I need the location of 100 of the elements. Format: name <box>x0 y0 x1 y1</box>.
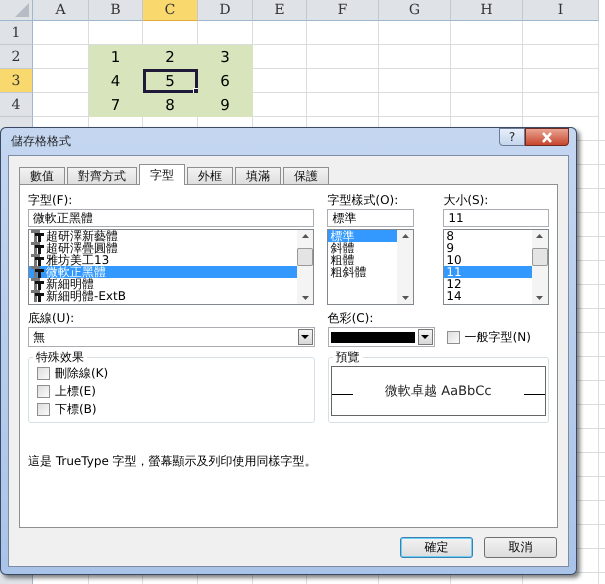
table-cell: 8 <box>143 93 198 117</box>
corner-triangle-icon <box>15 3 29 17</box>
truetype-icon <box>31 230 44 242</box>
tab[interactable]: 數值 <box>19 167 65 185</box>
field-label: 字型(F): <box>28 193 74 207</box>
column-header[interactable]: I <box>523 0 599 21</box>
column-header[interactable]: D <box>198 0 253 21</box>
truetype-icon <box>31 278 44 290</box>
table-cell <box>33 21 89 45</box>
truetype-icon <box>31 266 44 278</box>
dialog-button[interactable]: 取消 <box>484 537 557 558</box>
row-header[interactable]: 4 <box>0 93 33 117</box>
field-label: 底線(U): <box>28 311 76 325</box>
table-cell <box>253 21 307 45</box>
scroll-thumb[interactable] <box>532 248 548 266</box>
caret-icon <box>301 335 310 339</box>
tab[interactable]: 對齊方式 <box>67 167 137 185</box>
scroll-up-icon <box>302 234 309 238</box>
scroll-down-icon <box>536 296 544 300</box>
help-button[interactable]: ? <box>499 128 525 146</box>
row-header[interactable]: 3 <box>0 69 33 93</box>
caret-icon <box>421 335 430 339</box>
table-cell: 7 <box>89 93 143 117</box>
dialog-button[interactable]: 確定 <box>400 537 473 558</box>
checkbox-label: 上標(E) <box>55 382 96 400</box>
scrollbar[interactable] <box>397 230 414 304</box>
column-header[interactable]: E <box>253 0 307 21</box>
scroll-up-icon <box>536 234 544 238</box>
table-cell <box>307 21 379 45</box>
checkbox-label: 下標(B) <box>55 400 97 418</box>
row-header[interactable]: 1 <box>0 21 33 45</box>
checkbox[interactable] <box>37 402 50 416</box>
input-field[interactable]: 11 <box>443 209 549 227</box>
column-header[interactable]: A <box>33 0 89 21</box>
scrollbar[interactable] <box>297 230 314 304</box>
table-cell: 5 <box>143 69 198 93</box>
table-cell <box>451 45 523 69</box>
list-item[interactable]: 粗斜體 <box>328 266 398 278</box>
font-description: 這是 TrueType 字型，螢幕顯示及列印使用同樣字型。 <box>28 453 318 470</box>
column-header[interactable]: C <box>143 0 198 21</box>
table-cell <box>307 45 379 69</box>
table-cell <box>451 69 523 93</box>
scroll-down-icon <box>402 296 409 300</box>
close-button[interactable] <box>525 128 569 146</box>
list-item[interactable]: 新細明體 <box>29 278 298 290</box>
preview-sample: 微軟卓越 AaBbCc <box>385 383 492 400</box>
truetype-icon <box>31 242 44 254</box>
table-cell <box>451 21 523 45</box>
input-field[interactable]: 標準 <box>327 209 414 227</box>
list-item[interactable]: 14 <box>444 290 532 302</box>
scroll-thumb[interactable] <box>297 248 314 266</box>
field-label: 色彩(C): <box>328 311 374 325</box>
checkbox[interactable] <box>37 384 50 398</box>
table-cell: 1 <box>89 45 143 69</box>
color-dropdown[interactable] <box>328 327 435 347</box>
truetype-icon <box>31 290 44 302</box>
table-cell <box>379 69 451 93</box>
checkbox-label: 一般字型(N) <box>464 328 531 346</box>
column-header[interactable]: B <box>89 0 143 21</box>
table-cell: 9 <box>198 93 253 117</box>
column-header[interactable]: G <box>379 0 451 21</box>
table-cell <box>379 45 451 69</box>
underline-dropdown[interactable]: 無 <box>28 327 315 347</box>
field-label: 字型樣式(O): <box>327 193 400 207</box>
scrollbar[interactable] <box>532 230 548 304</box>
list-item[interactable]: 10 <box>444 254 532 266</box>
list-item[interactable]: 超研澤新藝體 <box>29 230 298 242</box>
tab[interactable]: 填滿 <box>235 167 281 185</box>
truetype-icon <box>31 254 44 266</box>
table-cell <box>307 93 379 117</box>
list-item[interactable]: 新細明體-ExtB <box>29 290 298 302</box>
row-header[interactable]: 2 <box>0 45 33 69</box>
list-item[interactable]: 粗體 <box>328 254 398 266</box>
input-field[interactable]: 微軟正黑體 <box>28 209 314 227</box>
list-item[interactable]: 斜體 <box>328 242 398 254</box>
group-title: 預覽 <box>332 350 363 364</box>
checkbox[interactable] <box>37 366 50 380</box>
window-title: 儲存格格式 <box>10 133 71 150</box>
table-cell <box>379 93 451 117</box>
group-title: 特殊效果 <box>33 350 87 364</box>
table-cell <box>451 93 523 117</box>
field-label: 大小(S): <box>443 193 490 207</box>
column-header[interactable]: H <box>451 0 523 21</box>
table-cell <box>379 21 451 45</box>
table-cell: 2 <box>143 45 198 69</box>
checkbox[interactable] <box>446 330 460 344</box>
tab[interactable]: 保護 <box>283 167 329 185</box>
tab[interactable]: 字型 <box>139 164 185 185</box>
column-header[interactable]: F <box>307 0 379 21</box>
list-item[interactable]: 超研澤疊圓體 <box>29 242 298 254</box>
scroll-down-icon <box>302 296 309 300</box>
select-all-corner[interactable] <box>0 0 33 21</box>
table-cell: 6 <box>198 69 253 93</box>
list-item[interactable]: 12 <box>444 278 532 290</box>
tab[interactable]: 外框 <box>187 167 233 185</box>
list-item[interactable]: 8 <box>444 230 532 242</box>
table-cell: 3 <box>198 45 253 69</box>
list-item[interactable]: 雅坊美工13 <box>29 254 298 266</box>
list-item[interactable]: 9 <box>444 242 532 254</box>
table-cell <box>307 69 379 93</box>
